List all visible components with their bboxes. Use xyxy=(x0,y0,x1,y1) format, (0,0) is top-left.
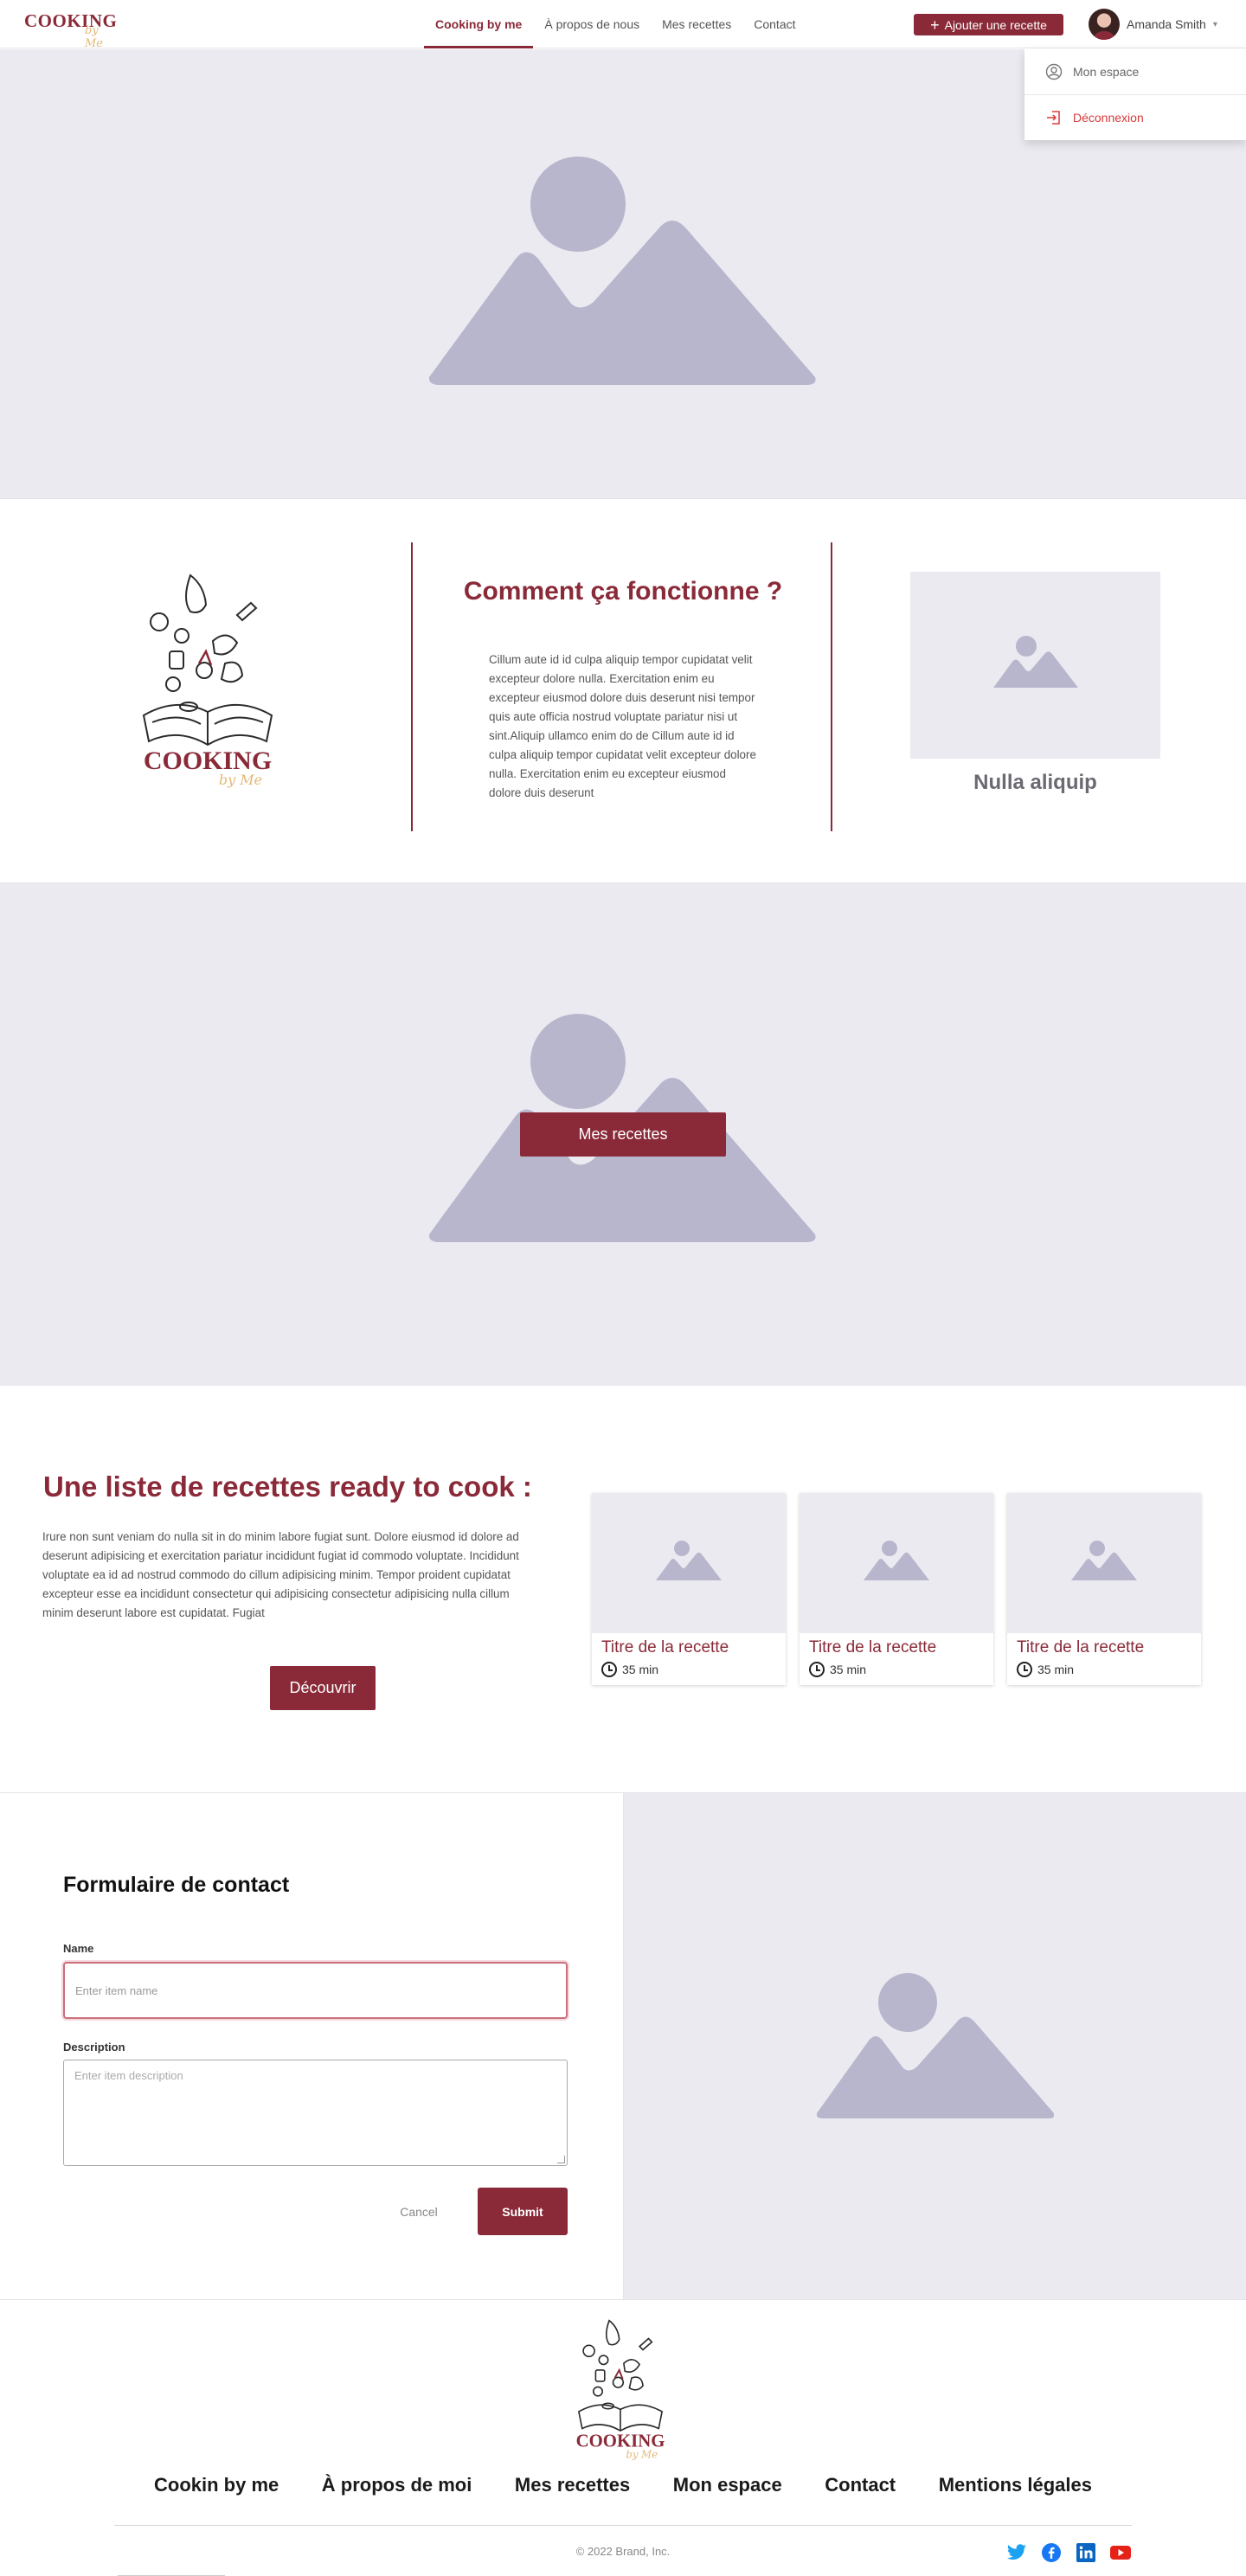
plus-icon: + xyxy=(930,16,940,34)
how-title: Comment ça fonctionne ? xyxy=(463,577,783,606)
clock-icon xyxy=(809,1662,825,1677)
logout-icon xyxy=(1047,111,1060,125)
recipe-title: Titre de la recette xyxy=(809,1638,937,1656)
user-circle-icon xyxy=(1045,63,1063,80)
footer-link-contact[interactable]: Contact xyxy=(825,2474,896,2496)
twitter-icon[interactable] xyxy=(1005,2541,1028,2564)
user-name: Amanda Smith xyxy=(1127,17,1206,31)
clock-icon xyxy=(1017,1662,1032,1677)
footer-link-mes-recettes[interactable]: Mes recettes xyxy=(515,2474,630,2496)
name-input[interactable]: Enter item name xyxy=(63,1962,568,2019)
contact-form: Formulaire de contact Name Enter item na… xyxy=(0,1793,624,2299)
recipe-list-title: Une liste de recettes ready to cook : xyxy=(43,1471,532,1503)
footer-link-mon-espace[interactable]: Mon espace xyxy=(673,2474,782,2496)
top-navbar: COOKING by Me Cooking by me À propos de … xyxy=(0,0,1246,50)
add-recipe-button[interactable]: + Ajouter une recette xyxy=(914,14,1063,35)
footer-divider xyxy=(114,2525,1132,2526)
recipe-time: 35 min xyxy=(1007,1657,1201,1677)
recipe-time-value: 35 min xyxy=(830,1663,867,1676)
image-placeholder-icon xyxy=(429,157,816,385)
menu-item-label: Déconnexion xyxy=(1073,111,1144,125)
facebook-icon[interactable] xyxy=(1040,2541,1063,2564)
submit-button[interactable]: Submit xyxy=(478,2188,568,2235)
nav-link-cooking-by-me[interactable]: Cooking by me xyxy=(424,0,534,48)
linkedin-icon[interactable] xyxy=(1075,2541,1097,2564)
recipe-image-placeholder xyxy=(800,1493,993,1633)
recipe-title: Titre de la recette xyxy=(1017,1638,1145,1656)
add-recipe-label: Ajouter une recette xyxy=(944,17,1047,32)
footer-link-a-propos[interactable]: À propos de moi xyxy=(322,2474,472,2496)
recipe-time: 35 min xyxy=(800,1657,993,1677)
description-label: Description xyxy=(63,2041,125,2054)
divider-left xyxy=(411,542,413,831)
recipe-time-value: 35 min xyxy=(622,1663,659,1676)
image-placeholder-icon xyxy=(817,1973,1054,2118)
nav-link-contact[interactable]: Contact xyxy=(742,0,806,48)
description-textarea[interactable]: Enter item description xyxy=(63,2060,568,2166)
nav-link-mes-recettes[interactable]: Mes recettes xyxy=(651,0,742,48)
recipe-image-placeholder xyxy=(592,1493,786,1633)
footer-link-mentions-legales[interactable]: Mentions légales xyxy=(939,2474,1092,2496)
menu-item-mon-espace[interactable]: Mon espace xyxy=(1024,48,1246,94)
recipe-title: Titre de la recette xyxy=(601,1638,729,1656)
contact-image-placeholder xyxy=(624,1793,1246,2299)
menu-item-deconnexion[interactable]: Déconnexion xyxy=(1024,94,1246,140)
image-placeholder-icon xyxy=(864,1541,929,1580)
recipe-image-placeholder xyxy=(1007,1493,1201,1633)
footer-nav: Cookin by me À propos de moi Mes recette… xyxy=(114,2474,1132,2496)
recipe-card[interactable]: Titre de la recette 35 min xyxy=(800,1493,993,1685)
logo-script-large: by Me xyxy=(219,772,262,788)
image-placeholder-icon xyxy=(656,1541,722,1580)
avatar xyxy=(1089,9,1120,40)
footer-link-cookin-by-me[interactable]: Cookin by me xyxy=(154,2474,279,2496)
user-menu-toggle[interactable]: Amanda Smith ▾ xyxy=(1089,8,1217,41)
how-text: Cillum aute id id culpa aliquip tempor c… xyxy=(489,653,756,799)
how-image-placeholder xyxy=(910,572,1160,759)
brand-logo[interactable]: COOKING by Me xyxy=(24,7,119,50)
logo-script: by Me xyxy=(85,24,104,50)
image-placeholder-icon xyxy=(1071,1541,1137,1580)
footer-logo[interactable]: COOKING by Me xyxy=(564,2315,677,2464)
user-dropdown: Mon espace Déconnexion xyxy=(1024,48,1246,140)
how-image-caption: Nulla aliquip xyxy=(973,771,1097,794)
name-label: Name xyxy=(63,1942,94,1955)
menu-item-label: Mon espace xyxy=(1073,64,1140,79)
chevron-down-icon: ▾ xyxy=(1212,19,1217,29)
recipe-card[interactable]: Titre de la recette 35 min xyxy=(592,1493,786,1685)
recipe-time: 35 min xyxy=(592,1657,786,1677)
divider-right xyxy=(831,542,832,831)
cancel-button[interactable]: Cancel xyxy=(386,2188,452,2235)
recipe-card[interactable]: Titre de la recette 35 min xyxy=(1007,1493,1201,1685)
contact-form-title: Formulaire de contact xyxy=(63,1873,290,1897)
cooking-logo-illustration: COOKING by Me xyxy=(121,568,294,793)
main-nav: Cooking by me À propos de nous Mes recet… xyxy=(424,0,807,48)
recipe-time-value: 35 min xyxy=(1037,1663,1075,1676)
recipe-list-text: Irure non sunt veniam do nulla sit in do… xyxy=(42,1530,519,1619)
discover-button[interactable]: Découvrir xyxy=(270,1666,376,1710)
mes-recettes-button[interactable]: Mes recettes xyxy=(520,1112,726,1157)
how-it-works-section: COOKING by Me Comment ça fonctionne ? Ci… xyxy=(0,499,1246,881)
contact-section: Formulaire de contact Name Enter item na… xyxy=(0,1792,1246,2300)
social-links xyxy=(1005,2541,1132,2564)
nav-link-a-propos[interactable]: À propos de nous xyxy=(533,0,651,48)
image-placeholder-icon xyxy=(993,636,1078,688)
footer-logo-script: by Me xyxy=(626,2448,658,2460)
recipes-banner: Mes recettes xyxy=(0,882,1246,1386)
youtube-icon[interactable] xyxy=(1109,2541,1132,2564)
clock-icon xyxy=(601,1662,617,1677)
